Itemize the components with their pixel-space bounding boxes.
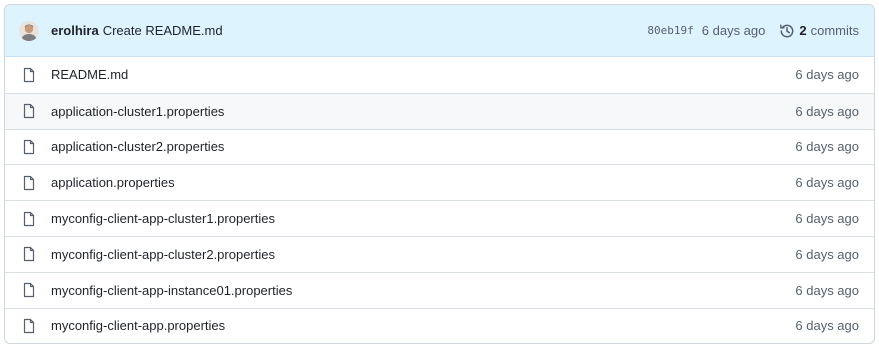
file-name-link[interactable]: README.md: [51, 67, 795, 82]
file-icon: [21, 318, 37, 334]
file-age: 6 days ago: [795, 67, 859, 83]
file-age: 6 days ago: [795, 175, 859, 191]
file-icon: [21, 67, 37, 83]
file-row[interactable]: README.md 6 days ago: [5, 57, 874, 93]
file-row[interactable]: application-cluster1.properties 6 days a…: [5, 92, 874, 129]
file-name-link[interactable]: application-cluster1.properties: [51, 104, 795, 119]
file-row[interactable]: myconfig-client-app-instance01.propertie…: [5, 271, 874, 308]
file-row[interactable]: application.properties 6 days ago: [5, 164, 874, 200]
file-age: 6 days ago: [795, 139, 859, 155]
commit-message-link[interactable]: Create README.md: [103, 23, 223, 38]
file-row[interactable]: myconfig-client-app-cluster2.properties …: [5, 235, 874, 272]
avatar[interactable]: [19, 20, 39, 41]
file-icon: [21, 246, 37, 262]
file-browser: erolhira Create README.md 80eb19f 6 days…: [4, 4, 875, 344]
file-age: 6 days ago: [795, 318, 859, 334]
commit-age: 6 days ago: [701, 23, 766, 38]
file-age: 6 days ago: [795, 211, 859, 227]
file-name-link[interactable]: myconfig-client-app-instance01.propertie…: [51, 283, 795, 298]
file-name-link[interactable]: application-cluster2.properties: [51, 139, 795, 154]
file-name-link[interactable]: application.properties: [51, 175, 795, 190]
commits-count: 2: [799, 23, 807, 38]
file-row[interactable]: myconfig-client-app.properties 6 days ag…: [5, 307, 874, 343]
commits-label: commits: [810, 23, 859, 38]
file-row[interactable]: myconfig-client-app-cluster1.properties …: [5, 200, 874, 236]
file-age: 6 days ago: [795, 103, 859, 119]
file-icon: [21, 139, 37, 155]
history-icon: [779, 23, 795, 39]
file-row[interactable]: application-cluster2.properties 6 days a…: [5, 128, 874, 165]
file-icon: [21, 103, 37, 119]
file-name-link[interactable]: myconfig-client-app-cluster2.properties: [51, 247, 795, 262]
latest-commit-bar: erolhira Create README.md 80eb19f 6 days…: [5, 5, 874, 57]
file-age: 6 days ago: [795, 282, 859, 298]
commit-author-link[interactable]: erolhira: [51, 23, 99, 38]
commits-history-link[interactable]: 2 commits: [779, 23, 859, 39]
file-name-link[interactable]: myconfig-client-app.properties: [51, 318, 795, 333]
file-icon: [21, 211, 37, 227]
file-icon: [21, 175, 37, 191]
file-name-link[interactable]: myconfig-client-app-cluster1.properties: [51, 211, 795, 226]
file-list: README.md 6 days ago application-cluster…: [5, 57, 874, 343]
commit-sha-link[interactable]: 80eb19f: [647, 24, 693, 37]
file-age: 6 days ago: [795, 246, 859, 262]
file-icon: [21, 282, 37, 298]
